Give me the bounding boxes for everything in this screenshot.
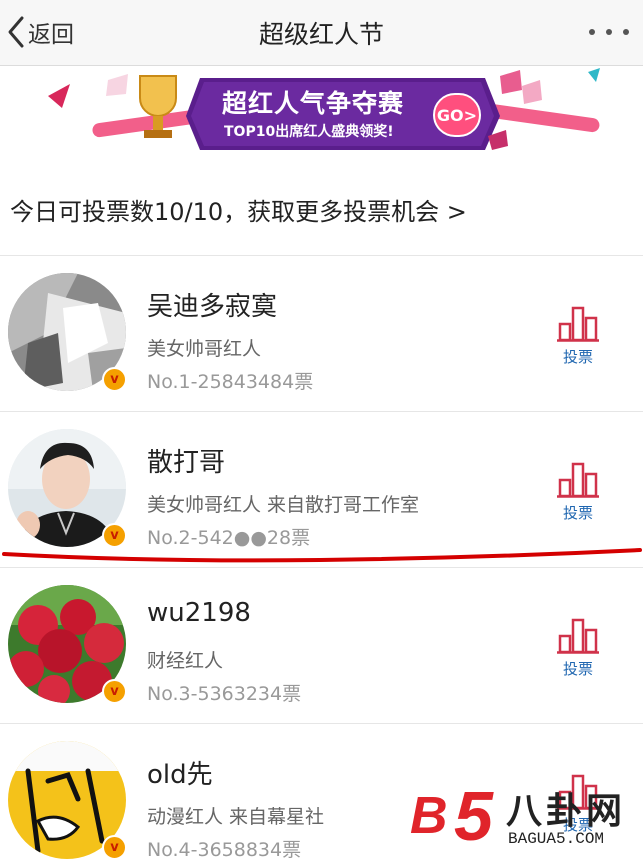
more-dot	[623, 29, 629, 35]
celebrity-rank-votes: No.1-25843484票	[147, 371, 314, 393]
more-options-button[interactable]	[589, 20, 629, 44]
celebrity-rank-votes: No.3-5363234票	[147, 683, 302, 705]
more-dot	[606, 29, 612, 35]
celebrity-name: 吴迪多寂寞	[147, 292, 278, 322]
vote-count-link[interactable]: 今日可投票数10/10，获取更多投票机会 >	[10, 192, 467, 227]
watermark-logo: B 5 八卦网 BAGUA5.COM	[410, 776, 640, 862]
verified-badge: v	[102, 835, 127, 860]
promo-banner[interactable]: 超红人气争夺赛 TOP10出席红人盛典领奖! GO>	[0, 66, 643, 158]
bar-chart-icon	[557, 462, 599, 498]
celebrity-rank-votes: No.2-542●●28票	[147, 527, 311, 549]
vote-label: 投票	[562, 660, 593, 678]
bar-chart-icon	[557, 618, 599, 654]
celebrity-category: 财经红人	[147, 650, 224, 672]
vote-button[interactable]: 投票	[554, 616, 602, 686]
navigation-bar: 返回 超级红人节	[0, 0, 643, 66]
vote-button[interactable]: 投票	[554, 460, 602, 530]
banner-title: 超红人气争夺赛	[222, 89, 405, 118]
list-item[interactable]: v wu2198 财经红人 No.3-5363234票 投票	[0, 568, 643, 724]
celebrity-name: 散打哥	[147, 448, 226, 478]
celebrity-category: 美女帅哥红人	[147, 338, 262, 360]
celebrity-rank-votes: No.4-3658834票	[147, 839, 302, 861]
watermark-url: BAGUA5.COM	[508, 830, 605, 848]
celebrity-name: old先	[147, 760, 213, 790]
verified-badge: v	[102, 679, 127, 704]
list-item[interactable]: v 吴迪多寂寞 美女帅哥红人 No.1-25843484票 投票	[0, 256, 643, 412]
page-title: 超级红人节	[258, 20, 384, 49]
banner-go-button[interactable]: GO>	[433, 93, 481, 137]
vote-label: 投票	[562, 504, 593, 522]
verified-badge: v	[102, 367, 127, 392]
celebrity-name: wu2198	[147, 598, 251, 628]
bar-chart-icon	[557, 306, 599, 342]
verified-badge: v	[102, 523, 127, 548]
more-dot	[589, 29, 595, 35]
celebrity-category: 动漫红人 来自幕星社	[147, 806, 325, 828]
watermark-five: 5	[454, 777, 493, 855]
banner-subtitle: TOP10出席红人盛典领奖!	[224, 124, 394, 140]
list-item[interactable]: v 散打哥 美女帅哥红人 来自散打哥工作室 No.2-542●●28票 投票	[0, 412, 643, 568]
watermark-b: B	[410, 787, 448, 845]
celebrity-category: 美女帅哥红人 来自散打哥工作室	[147, 494, 420, 516]
watermark-site-name: 八卦网	[506, 791, 627, 832]
vote-label: 投票	[562, 348, 593, 366]
vote-button[interactable]: 投票	[554, 304, 602, 374]
